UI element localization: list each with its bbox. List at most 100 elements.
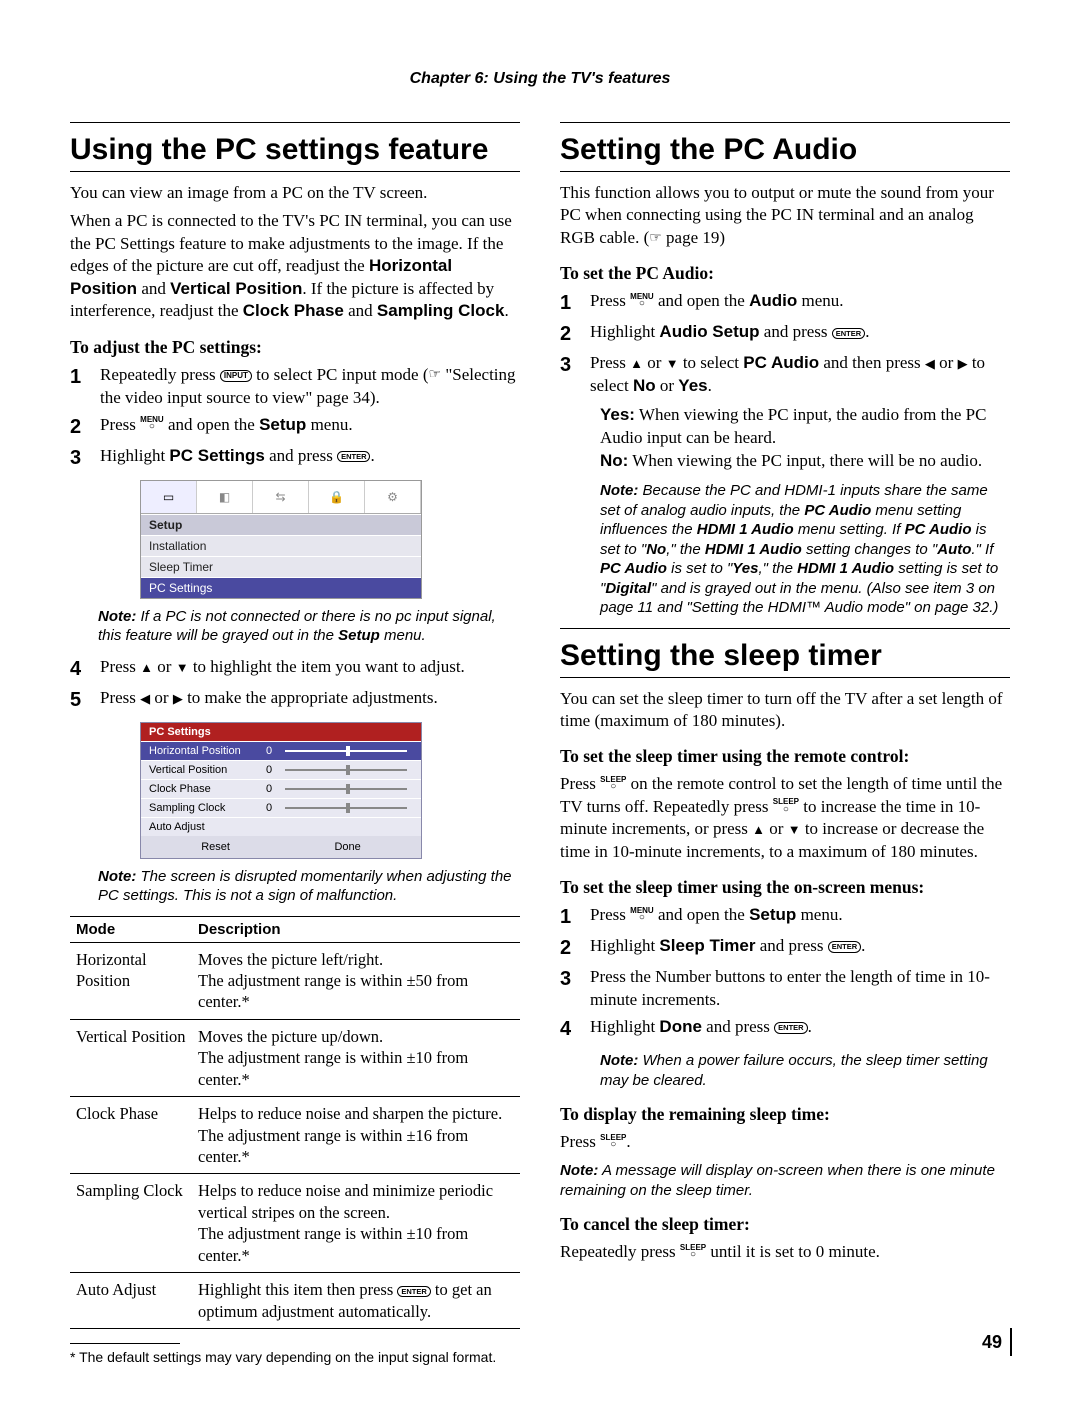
text: page 19) [662,228,725,247]
text: or [656,376,679,395]
step: 4Highlight Done and press ENTER. [560,1016,1010,1043]
sleep-icon: SLEEP [600,776,626,791]
text: or [150,688,173,707]
note: Note: The screen is disrupted momentaril… [98,867,520,906]
slider-icon [285,750,407,752]
text: A message will display on-screen when th… [560,1162,995,1199]
text: and press [702,1017,774,1036]
text: Press [100,688,140,707]
text: " and is grayed out in the menu. (Also s… [600,580,998,617]
left-column: Using the PC settings feature You can vi… [70,118,520,1366]
rule [560,122,1010,123]
label: Vertical Position [170,279,302,298]
step-text: Press ▲ or ▼ to highlight the item you w… [100,656,465,679]
note: Note: A message will display on-screen w… [560,1161,1010,1200]
label: Yes: [600,405,635,424]
step-text: Press MENU and open the Setup menu. [590,904,843,927]
note: Note: If a PC is not connected or there … [98,607,520,646]
table-row: Vertical PositionMoves the picture up/do… [70,1019,520,1096]
footnote: * The default settings may vary dependin… [70,1348,520,1366]
text: If a PC is not connected or there is no … [98,608,496,645]
menu-icon: MENU [630,293,654,308]
label: PC Settings [169,446,264,465]
text: to select [679,353,744,372]
cell: Vertical Position [70,1019,192,1096]
rule [560,628,1010,629]
label: Setup [259,415,306,434]
indent-block: Yes: When viewing the PC input, the audi… [600,404,1010,473]
text: . [808,1017,812,1036]
tab-icon: ⚙ [365,481,421,513]
sub-heading: To set the sleep timer using the remote … [560,746,1010,767]
text: menu. [796,905,842,924]
down-arrow-icon: ▼ [666,356,679,371]
label: Sampling Clock [149,802,259,814]
enter-icon: ENTER [337,451,370,463]
label: Sleep Timer [659,936,755,955]
table-header-row: Mode Description [70,916,520,942]
text: to select PC input mode ( [252,365,429,384]
down-arrow-icon: ▼ [176,660,189,675]
up-arrow-icon: ▲ [630,356,643,371]
step-text: Highlight Sleep Timer and press ENTER. [590,935,865,958]
step: 1 Press MENU and open the Setup menu. [560,904,1010,931]
text: Repeatedly press [100,365,220,384]
paragraph: You can set the sleep timer to turn off … [560,688,1010,733]
label: PC Audio [804,502,871,519]
sub-heading: To display the remaining sleep time: [560,1104,1010,1125]
note: Note: When a power failure occurs, the s… [600,1051,1010,1090]
sub-heading: To set the sleep timer using the on-scre… [560,877,1010,898]
osd-slider-row-selected: Horizontal Position0 [141,741,421,760]
chapter-heading: Chapter 6: Using the TV's features [70,70,1010,88]
step-text: Press ▲ or ▼ to select PC Audio and then… [590,352,1010,398]
sub-heading: To adjust the PC settings: [70,337,520,358]
text: and [344,301,377,320]
tab-icon: ▭ [141,481,197,513]
osd-header: Setup [141,514,421,535]
text: . [708,376,712,395]
text: menu. [380,627,426,644]
rule [560,171,1010,172]
note-label: Note: [98,868,136,885]
text: and press [756,936,828,955]
note-label: Note: [600,482,638,499]
sleep-icon: SLEEP [773,798,799,813]
text: or [935,353,958,372]
text: Press [560,774,600,793]
cell: Helps to reduce noise and sharpen the pi… [192,1097,520,1174]
note-label: Note: [560,1162,598,1179]
steps-list: 1 Repeatedly press INPUT to select PC in… [70,364,520,472]
down-arrow-icon: ▼ [788,822,801,837]
step: 2 Highlight Audio Setup and press ENTER. [560,321,1010,348]
text: This function allows you to output or mu… [560,183,994,247]
label: PC Audio [600,560,667,577]
text: and then press [819,353,925,372]
th-description: Description [192,916,520,942]
step-text: Press the Number buttons to enter the le… [590,966,1010,1012]
text: to highlight the item you want to adjust… [189,657,465,676]
osd-slider-row: Sampling Clock0 [141,798,421,817]
text: Highlight [590,936,659,955]
text: Highlight [590,1017,659,1036]
step-number: 3 [560,352,578,379]
label: PC Audio [743,353,819,372]
osd-row: Installation [141,535,421,556]
steps-list: 4 Press ▲ or ▼ to highlight the item you… [70,656,520,714]
th-mode: Mode [70,916,192,942]
cell: Moves the picture left/right. The adjust… [192,942,520,1019]
paragraph: Repeatedly press SLEEP until it is set t… [560,1241,1010,1263]
text: menu. [306,415,352,434]
step-number: 2 [560,321,578,348]
step: 2Highlight Sleep Timer and press ENTER. [560,935,1010,962]
label: Digital [605,580,651,597]
cell: Moves the picture up/down. The adjustmen… [192,1019,520,1096]
step-number: 2 [70,414,88,441]
up-arrow-icon: ▲ [140,660,153,675]
text: or [643,353,666,372]
sub-heading: To cancel the sleep timer: [560,1214,1010,1235]
step-text: Press MENU and open the Setup menu. [100,414,353,437]
osd-row: Sleep Timer [141,556,421,577]
up-arrow-icon: ▲ [752,822,765,837]
text: When viewing the PC input, there will be… [628,451,982,470]
step-number: 1 [560,904,578,931]
